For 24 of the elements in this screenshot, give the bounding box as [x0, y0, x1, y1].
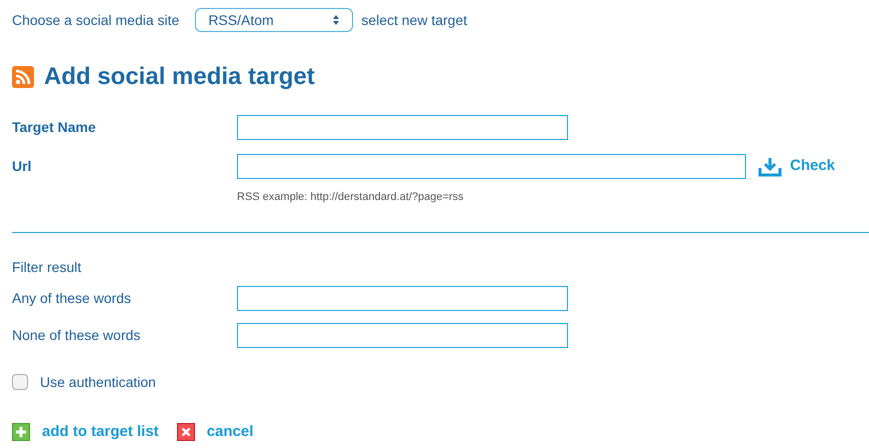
- cancel-link[interactable]: cancel: [206, 420, 254, 443]
- plus-icon: [12, 422, 30, 441]
- field-label: Url: [12, 157, 32, 176]
- text-field[interactable]: [237, 154, 746, 179]
- close-icon: [176, 422, 195, 441]
- field-label: Any of these words: [12, 288, 132, 308]
- site-label: Choose a social media site: [12, 10, 180, 30]
- checkbox-label: Use authentication: [40, 372, 156, 392]
- field-label: None of these words: [12, 326, 142, 344]
- text-field[interactable]: [237, 286, 568, 310]
- text-field[interactable]: [237, 322, 568, 348]
- example-text: RSS example: http://derstandard.at/?page=rss: [237, 190, 465, 205]
- stepper-icon: [332, 14, 340, 26]
- filter-heading: Filter result: [12, 258, 82, 276]
- add-link[interactable]: add to target list: [42, 420, 159, 443]
- site-select[interactable]: RSS/Atom: [195, 8, 354, 32]
- field-label: Target Name: [12, 118, 97, 137]
- text-field[interactable]: [237, 115, 568, 140]
- select-hint: select new target: [361, 10, 468, 30]
- rss-icon: [12, 66, 34, 88]
- download-icon: [758, 156, 782, 176]
- check-button[interactable]: Check: [758, 155, 836, 178]
- checkbox[interactable]: [12, 374, 28, 390]
- page-title: Add social media target: [44, 62, 315, 92]
